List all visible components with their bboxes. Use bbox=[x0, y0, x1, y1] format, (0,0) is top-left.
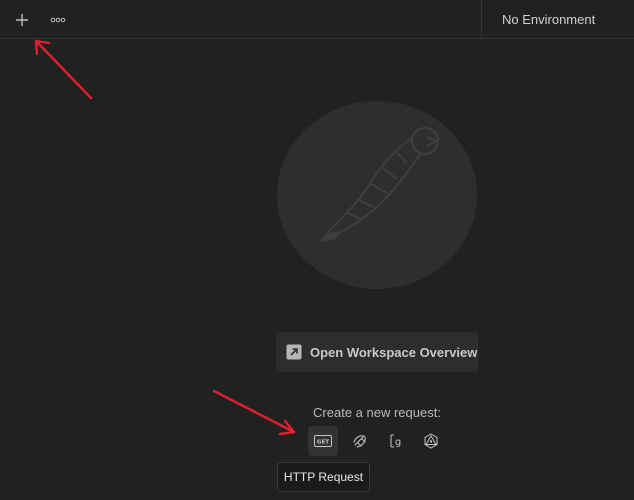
postman-logo bbox=[277, 101, 477, 289]
arrow-to-new-tab bbox=[34, 39, 93, 100]
environment-selector[interactable]: No Environment bbox=[481, 0, 634, 39]
graphql-g-icon: g bbox=[390, 434, 401, 448]
ellipsis-icon bbox=[50, 17, 66, 23]
create-request-label: Create a new request: bbox=[313, 405, 441, 420]
environment-label: No Environment bbox=[502, 12, 596, 27]
open-workspace-overview-label: Open Workspace Overview bbox=[310, 344, 478, 360]
open-external-icon bbox=[286, 344, 302, 360]
websocket-request-button[interactable] bbox=[345, 426, 375, 456]
grpc-request-button[interactable] bbox=[416, 426, 446, 456]
graphql-request-button[interactable]: g bbox=[381, 426, 411, 456]
more-options-button[interactable] bbox=[46, 10, 70, 30]
tooltip: HTTP Request bbox=[277, 462, 370, 492]
grpc-icon bbox=[424, 433, 438, 449]
postman-astronaut-logo bbox=[319, 126, 440, 243]
open-workspace-overview-button[interactable]: Open Workspace Overview bbox=[276, 332, 478, 372]
websocket-icon bbox=[353, 435, 366, 448]
tooltip-text: HTTP Request bbox=[283, 470, 364, 484]
svg-text:g: g bbox=[395, 437, 401, 448]
plus-icon bbox=[16, 14, 28, 26]
tab-bar: No Environment bbox=[0, 0, 634, 39]
new-tab-button[interactable] bbox=[10, 10, 34, 30]
http-request-button[interactable]: GET bbox=[308, 426, 338, 456]
get-icon: GET bbox=[314, 435, 332, 447]
svg-text:GET: GET bbox=[317, 439, 329, 445]
